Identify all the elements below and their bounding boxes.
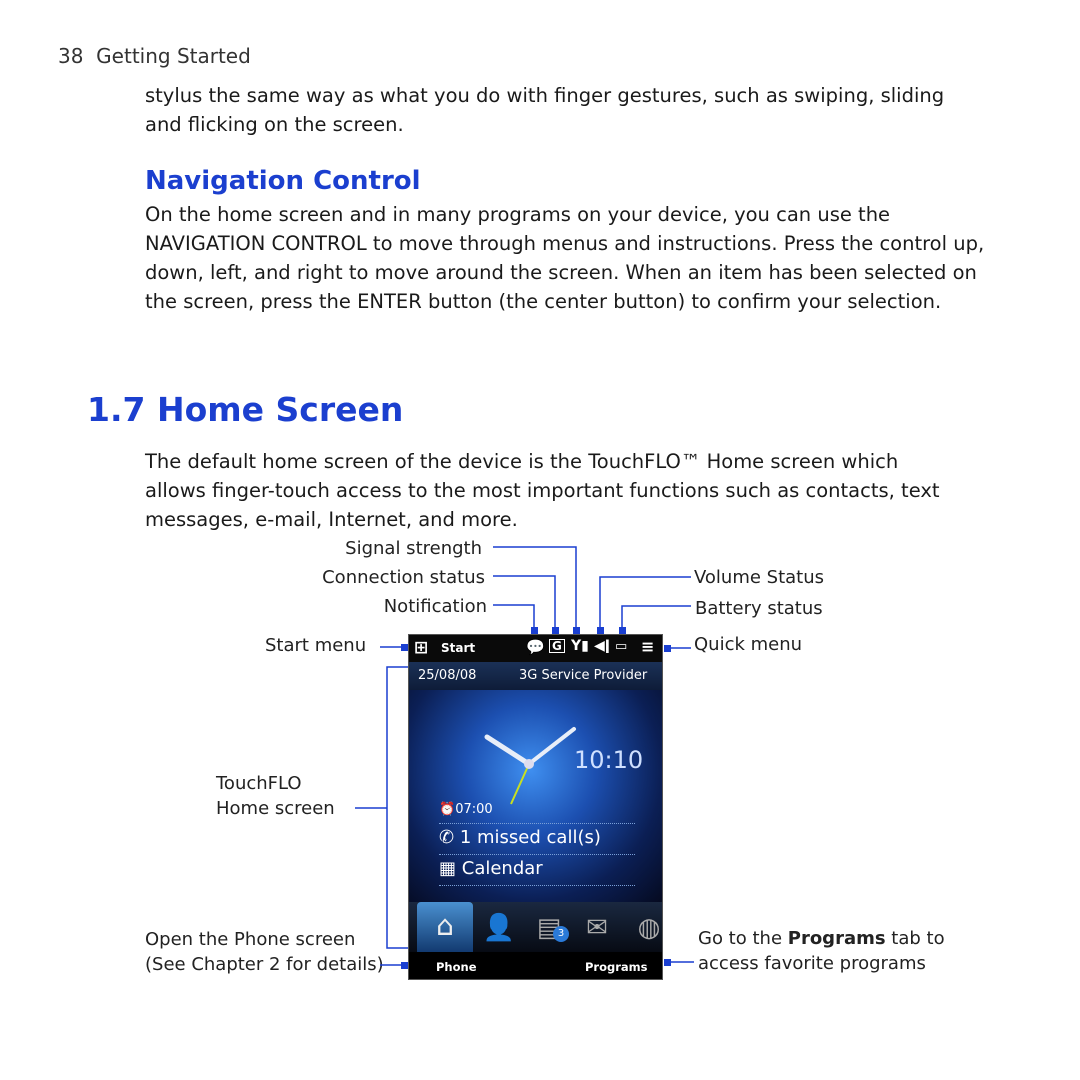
callout-marker <box>664 959 671 966</box>
missed-call-icon: ✆ <box>439 827 455 848</box>
label-signal-strength: Signal strength <box>345 538 482 559</box>
softkey-bar: Phone Programs <box>409 952 662 979</box>
messages-tab[interactable]: ▤ 3 <box>529 908 569 948</box>
divider <box>439 885 635 886</box>
start-button[interactable]: Start <box>441 641 475 655</box>
date-provider-row: 25/08/08 3G Service Provider <box>409 662 662 690</box>
label-connection-status: Connection status <box>322 567 485 588</box>
alarm-row[interactable]: ⏰07:00 <box>439 802 493 817</box>
divider <box>439 823 635 824</box>
touchflo-bracket <box>386 666 408 949</box>
minute-hand <box>527 727 576 766</box>
clock-center <box>524 759 534 769</box>
section-title: Getting Started <box>96 44 251 68</box>
people-icon: 👤 <box>482 913 516 943</box>
manual-page: 38 Getting Started stylus the same way a… <box>0 0 1080 1080</box>
label-line: Home screen <box>216 798 335 819</box>
label-notification: Notification <box>383 596 487 617</box>
label-line: Open the Phone screen <box>145 929 356 950</box>
callout-marker <box>597 627 604 634</box>
page-number: 38 <box>58 44 84 68</box>
callout-marker <box>664 645 671 652</box>
home-tab[interactable]: ⌂ <box>417 902 473 952</box>
notification-icon[interactable]: 💬 <box>526 638 545 656</box>
internet-icon: ◍ <box>637 913 661 943</box>
label-touchflo: TouchFLO Home screen <box>216 771 335 821</box>
signal-callout-line <box>493 546 577 630</box>
navigation-control-heading: Navigation Control <box>145 166 421 196</box>
phone-softkey[interactable]: Phone <box>436 960 477 974</box>
label-start-menu: Start menu <box>265 635 367 656</box>
home-icon: ⌂ <box>436 909 454 942</box>
label-battery-status: Battery status <box>695 598 823 619</box>
callout-marker <box>531 627 538 634</box>
label-quick-menu: Quick menu <box>694 634 803 655</box>
calendar-row[interactable]: ▦ Calendar <box>439 858 543 879</box>
section-title: Home Screen <box>156 390 404 429</box>
mail-icon: ✉ <box>586 913 608 943</box>
navigation-control-paragraph: On the home screen and in many programs … <box>145 203 985 313</box>
calendar-text: Calendar <box>461 858 543 879</box>
quick-menu-icon[interactable]: ≡ <box>641 637 654 656</box>
analog-clock[interactable] <box>469 707 589 817</box>
status-bar: ⊞ Start 💬 G Y▮ ◀ǀ ▭ ≡ <box>409 635 662 662</box>
home-screen-area: 25/08/08 3G Service Provider 10:10 ⏰07:0… <box>409 662 662 902</box>
notification-callout-line <box>493 604 535 630</box>
date: 25/08/08 <box>418 668 477 683</box>
label-text: tab to <box>885 928 945 949</box>
connection-callout-line <box>493 575 556 630</box>
message-badge: 3 <box>553 926 569 942</box>
alarm-icon: ⏰ <box>439 802 456 817</box>
callout-marker <box>573 627 580 634</box>
touchflo-tab-bar: ⌂ 👤 ▤ 3 ✉ ◍ <box>409 902 662 952</box>
label-line: access favorite programs <box>698 953 926 974</box>
internet-tab[interactable]: ◍ <box>629 908 662 948</box>
connection-icon[interactable]: G <box>549 639 565 653</box>
people-tab[interactable]: 👤 <box>479 908 519 948</box>
callout-marker <box>401 644 408 651</box>
provider: 3G Service Provider <box>519 668 648 683</box>
label-volume-status: Volume Status <box>694 567 825 588</box>
label-programs: Go to the Programs tab to access favorite… <box>698 926 945 976</box>
alarm-time: 07:00 <box>455 802 493 817</box>
divider <box>439 854 635 855</box>
running-header: 38 Getting Started <box>58 44 251 68</box>
second-hand <box>510 763 530 805</box>
label-line: TouchFLO <box>216 773 302 794</box>
intro-paragraph: stylus the same way as what you do with … <box>145 84 945 136</box>
missed-calls-text: 1 missed call(s) <box>459 827 601 848</box>
callout-marker <box>552 627 559 634</box>
windows-flag-icon[interactable]: ⊞ <box>414 638 428 658</box>
home-screen-heading: 1.7 Home Screen <box>87 390 403 429</box>
label-open-phone: Open the Phone screen (See Chapter 2 for … <box>145 927 384 977</box>
volume-callout-line <box>599 576 691 630</box>
section-number: 1.7 <box>87 390 146 429</box>
battery-icon[interactable]: ▭ <box>615 639 627 654</box>
battery-callout-line <box>621 605 691 630</box>
signal-icon[interactable]: Y▮ <box>571 638 589 654</box>
label-line: (See Chapter 2 for details) <box>145 954 384 975</box>
mail-tab[interactable]: ✉ <box>577 908 617 948</box>
digital-time: 10:10 <box>574 746 644 774</box>
hour-hand <box>484 734 532 767</box>
programs-softkey[interactable]: Programs <box>585 960 648 974</box>
calendar-icon: ▦ <box>439 858 457 879</box>
label-text: Go to the <box>698 928 788 949</box>
missed-calls-row[interactable]: ✆ 1 missed call(s) <box>439 827 601 848</box>
volume-icon[interactable]: ◀ǀ <box>594 638 610 654</box>
home-screen-paragraph: The default home screen of the device is… <box>145 450 940 531</box>
callout-marker <box>619 627 626 634</box>
phone-screenshot: ⊞ Start 💬 G Y▮ ◀ǀ ▭ ≡ 25/08/08 3G Servic… <box>408 634 663 980</box>
callout-marker <box>401 962 408 969</box>
label-bold: Programs <box>787 928 886 949</box>
